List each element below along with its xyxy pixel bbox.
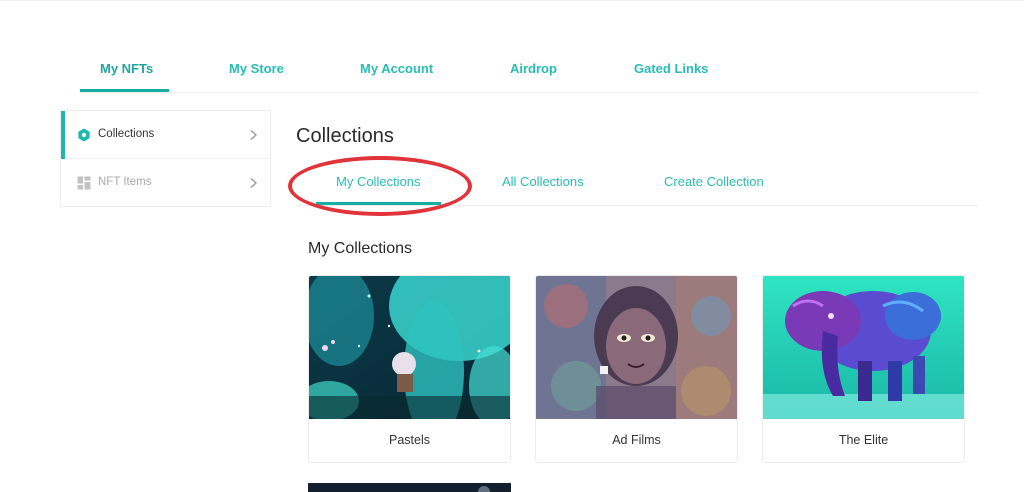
top-tab-bar: My NFTs My Store My Account Airdrop Gate… (80, 50, 978, 93)
collection-card-partial[interactable] (308, 481, 511, 492)
active-tab-indicator (80, 89, 169, 92)
page-title: Collections (296, 125, 394, 147)
sidebar-item-collections[interactable]: Collections (61, 111, 270, 159)
collection-card-ad-films[interactable]: Ad Films (535, 275, 738, 463)
collection-thumbnail (763, 276, 964, 419)
collection-thumbnail (309, 276, 510, 419)
tab-create-collection[interactable]: Create Collection (664, 174, 764, 189)
tab-my-store[interactable]: My Store (229, 61, 284, 76)
page: My NFTs My Store My Account Airdrop Gate… (0, 0, 1024, 492)
collection-thumbnail (536, 276, 737, 419)
chevron-right-icon (246, 128, 260, 142)
collection-name: The Elite (838, 433, 889, 447)
annotation-highlight-circle (288, 156, 472, 216)
sidebar-item-label: Collections (98, 128, 155, 140)
sidebar-item-nft-items[interactable]: NFT Items (61, 159, 270, 207)
tab-gated-links[interactable]: Gated Links (634, 61, 708, 76)
sidebar-item-label: NFT Items (98, 176, 152, 188)
grid-icon (77, 176, 91, 190)
top-divider (0, 0, 1024, 1)
collection-name: Ad Films (612, 433, 661, 447)
section-title: My Collections (308, 240, 413, 257)
collection-name: Pastels (389, 433, 430, 447)
tab-airdrop[interactable]: Airdrop (510, 61, 557, 76)
sidebar-active-indicator (61, 111, 65, 159)
tab-my-nfts[interactable]: My NFTs (100, 61, 153, 76)
tab-all-collections[interactable]: All Collections (502, 174, 584, 189)
collection-card-pastels[interactable]: Pastels (308, 275, 511, 463)
chevron-right-icon (246, 176, 260, 190)
sidebar: Collections NFT Items (60, 110, 271, 207)
tab-my-account[interactable]: My Account (360, 61, 433, 76)
hexagon-icon (77, 128, 91, 142)
collection-card-the-elite[interactable]: The Elite (762, 275, 965, 463)
